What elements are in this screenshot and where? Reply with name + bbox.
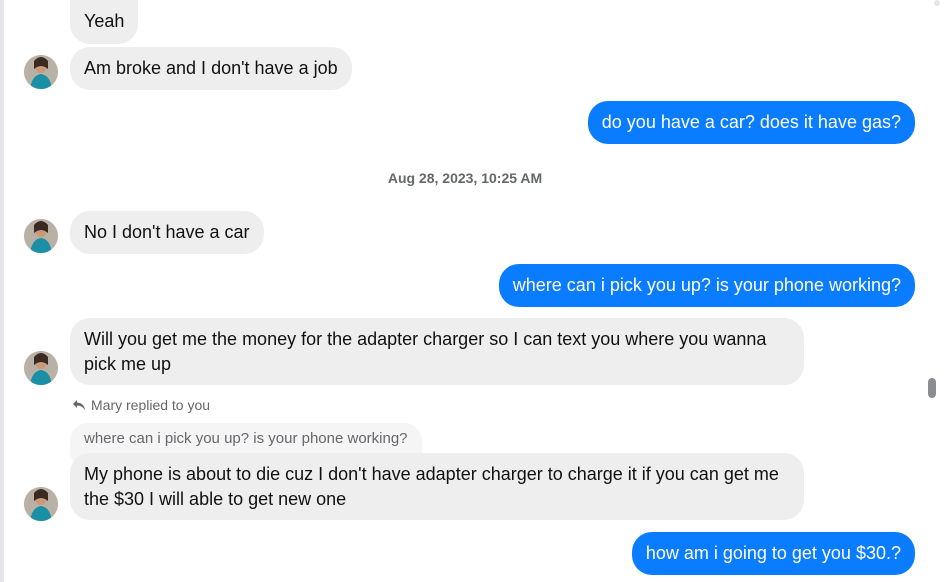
incoming-message[interactable]: My phone is about to die cuz I don't hav… (70, 453, 804, 520)
message-text: Yeah (84, 11, 125, 31)
outgoing-message[interactable]: where can i pick you up? is your phone w… (498, 264, 915, 307)
reply-arrow-icon (73, 400, 85, 410)
contact-avatar[interactable] (24, 55, 58, 89)
message-text: No I don't have a car (84, 222, 250, 242)
incoming-message[interactable]: Am broke and I don't have a job (70, 47, 352, 90)
reply-note-text: Mary replied to you (91, 397, 211, 413)
avatar-image (24, 219, 58, 253)
scrollbar-thumb[interactable] (928, 378, 936, 398)
scroll-top-indicator (934, 0, 940, 6)
message-text: where can i pick you up? is your phone w… (512, 275, 901, 295)
avatar-image (24, 351, 58, 385)
contact-avatar[interactable] (24, 219, 58, 253)
panel-divider (0, 0, 4, 582)
incoming-message[interactable]: No I don't have a car (70, 211, 264, 254)
chat-thread: Yeah Am broke and I don't have a job do … (0, 0, 947, 582)
incoming-message[interactable]: Will you get me the money for the adapte… (70, 318, 804, 385)
contact-avatar[interactable] (24, 351, 58, 385)
incoming-message[interactable]: Yeah (70, 0, 139, 44)
quoted-text: where can i pick you up? is your phone w… (84, 430, 408, 447)
contact-avatar[interactable] (24, 487, 58, 521)
avatar-image (24, 55, 58, 89)
outgoing-message[interactable]: do you have a car? does it have gas? (587, 101, 915, 144)
message-text: Am broke and I don't have a job (84, 58, 338, 78)
message-text: Will you get me the money for the adapte… (84, 329, 767, 374)
avatar-image (24, 487, 58, 521)
message-text: how am i going to get you $30.? (645, 543, 901, 563)
reply-indicator: Mary replied to you (72, 397, 210, 413)
message-timestamp: Aug 28, 2023, 10:25 AM (387, 170, 543, 186)
outgoing-message[interactable]: how am i going to get you $30.? (631, 532, 915, 575)
message-text: do you have a car? does it have gas? (601, 112, 901, 132)
message-text: My phone is about to die cuz I don't hav… (84, 464, 779, 509)
